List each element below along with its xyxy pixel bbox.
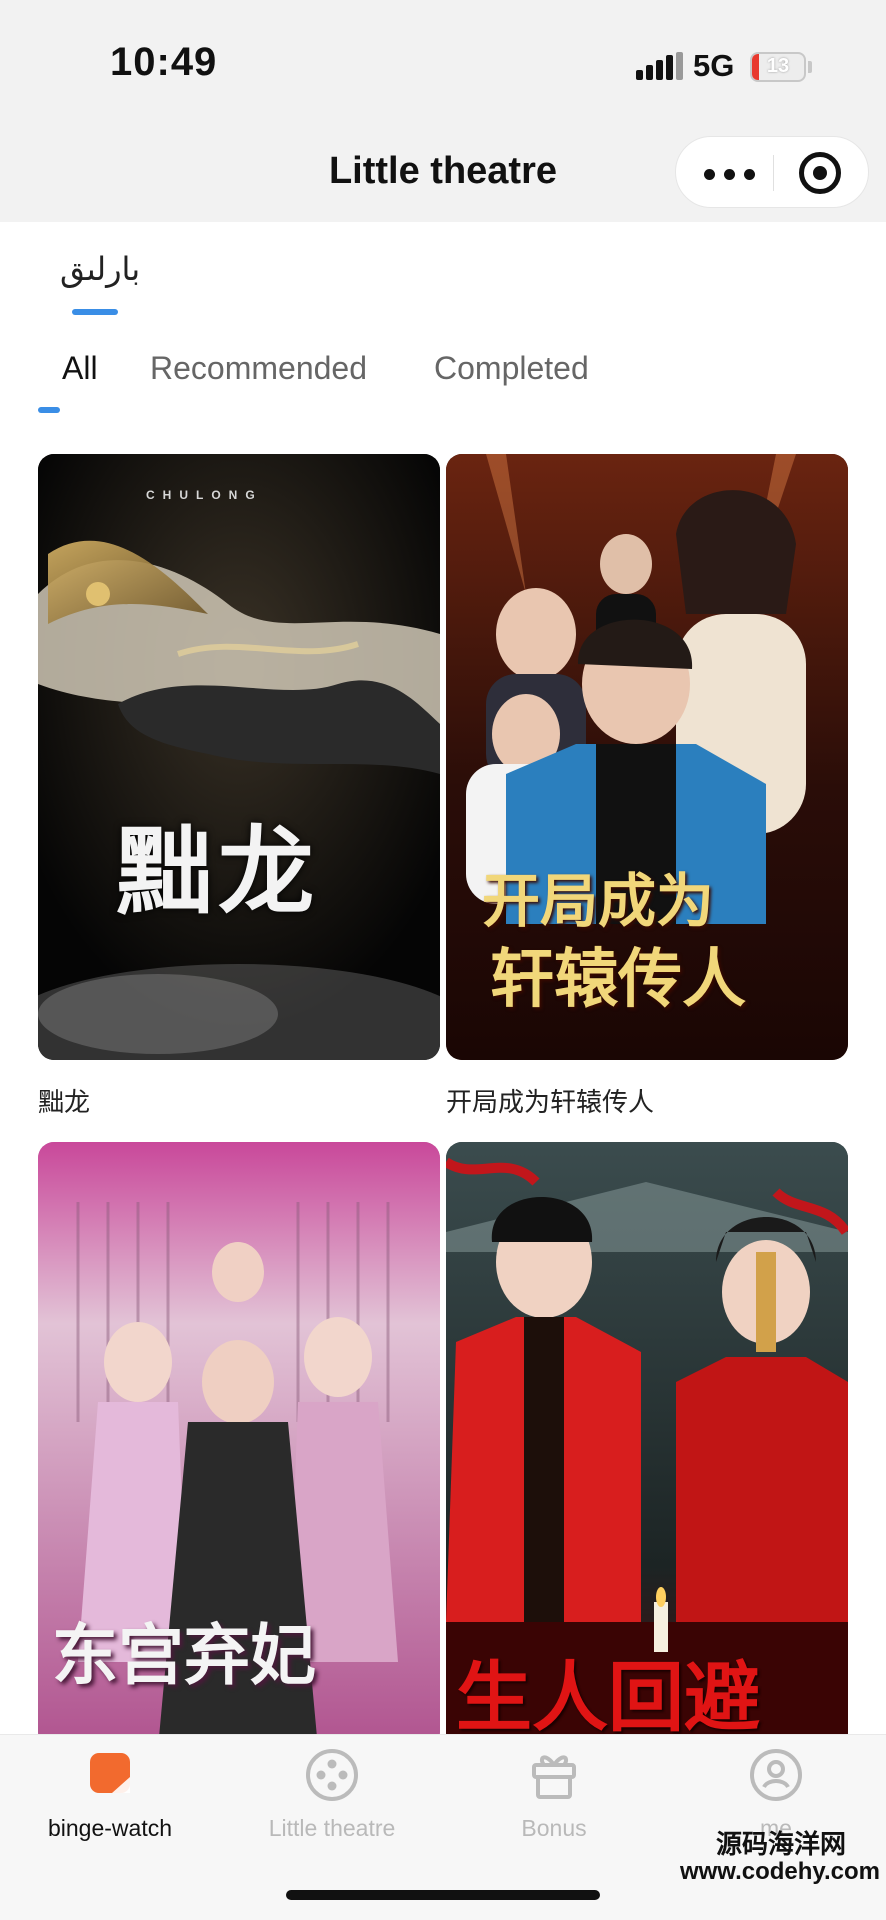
poster-title: 黜龙: [116, 815, 320, 928]
gift-icon: [526, 1747, 582, 1803]
network-type: 5G: [693, 48, 735, 83]
play-square-icon: [82, 1747, 138, 1803]
tab-little-theatre[interactable]: Little theatre: [232, 1735, 432, 1865]
tab-recommended[interactable]: Recommended: [150, 350, 367, 387]
home-indicator: [286, 1890, 600, 1900]
drama-poster[interactable]: CHULONG 黜龙: [38, 454, 440, 1060]
watermark-cn: 源码海洋网: [715, 1830, 846, 1860]
close-target-icon[interactable]: [799, 152, 841, 194]
signal-icon: [636, 52, 683, 80]
tab-label: Bonus: [521, 1815, 587, 1841]
more-options-icon[interactable]: [696, 137, 776, 209]
tab-bonus[interactable]: Bonus: [454, 1735, 654, 1865]
capsule-divider: [773, 155, 774, 191]
battery-tip: [808, 61, 812, 73]
poster-title: 东宫弃妃: [52, 1616, 316, 1694]
tab-label: binge-watch: [47, 1815, 173, 1841]
drama-title[interactable]: 黜龙: [38, 1082, 90, 1119]
category-active-indicator: [72, 309, 118, 315]
drama-poster[interactable]: 生人回避: [446, 1142, 848, 1748]
top-area: 10:49 5G 13 Little theatre: [0, 0, 886, 222]
poster-small-text: CHULONG: [146, 488, 263, 502]
poster-title-line-1: 开局成为: [482, 867, 715, 935]
battery-percent: 13: [766, 55, 790, 77]
filter-active-indicator: [38, 407, 60, 413]
tab-all[interactable]: All: [62, 350, 98, 387]
tab-label: Little theatre: [268, 1815, 396, 1841]
drama-poster[interactable]: 开局成为 轩辕传人: [446, 454, 848, 1060]
poster-title: 生人回避: [456, 1653, 760, 1742]
tab-completed[interactable]: Completed: [434, 350, 589, 387]
watermark: 源码海洋网 www.codehy.com: [680, 1822, 886, 1920]
drama-title[interactable]: 开局成为轩辕传人: [446, 1082, 654, 1119]
film-reel-icon: [304, 1747, 360, 1803]
battery-icon: 13: [750, 52, 806, 82]
drama-poster[interactable]: 东宫弃妃: [38, 1142, 440, 1748]
poster-title-line-2: 轩辕传人: [490, 942, 746, 1017]
watermark-url: www.codehy.com: [679, 1858, 880, 1885]
dragon-artwork: [38, 454, 440, 1060]
mini-program-capsule: [675, 136, 869, 208]
profile-icon: [748, 1747, 804, 1803]
tab-binge-watch[interactable]: binge-watch: [10, 1735, 210, 1865]
status-time: 10:49: [110, 40, 218, 84]
category-tab-all[interactable]: بارلىق: [60, 250, 140, 288]
